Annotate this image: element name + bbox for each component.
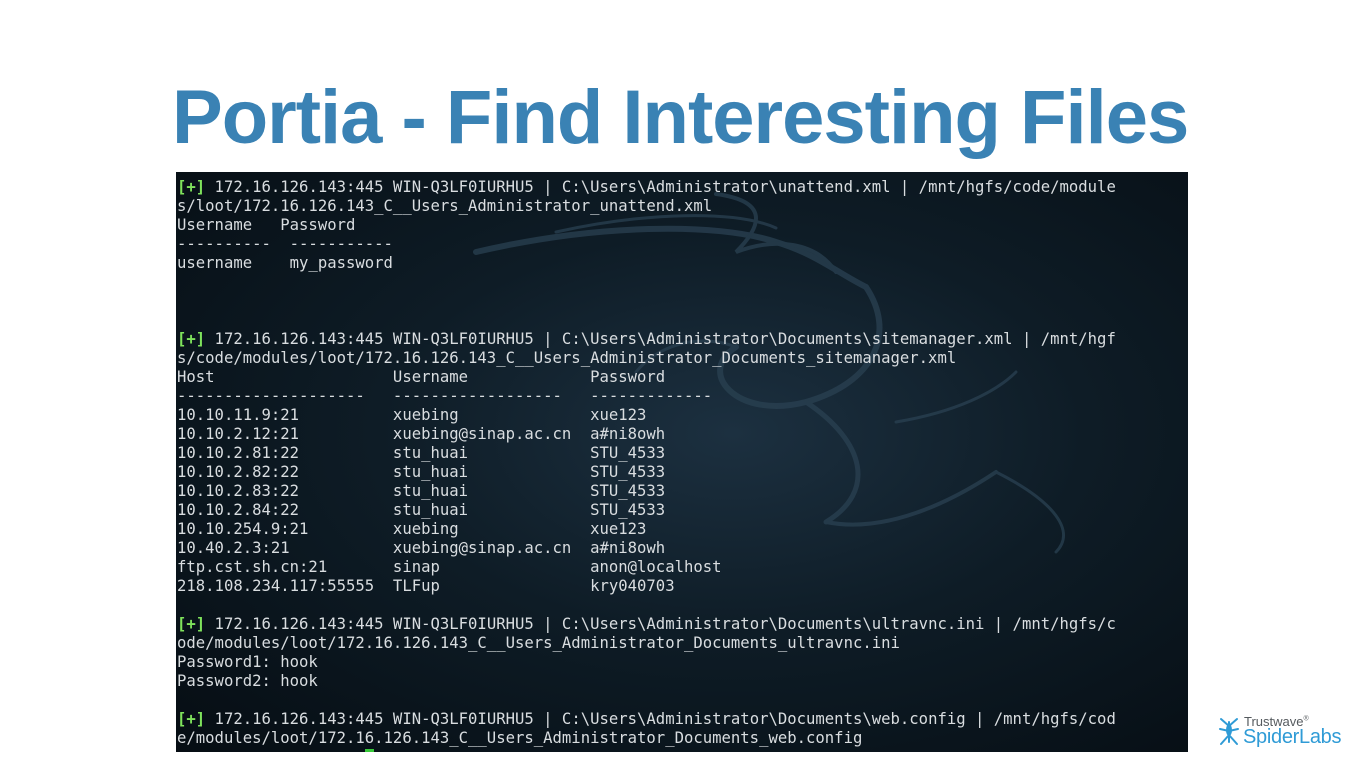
terminal-output: [+] 172.16.126.143:445 WIN-Q3LF0IURHU5 |… [177,178,1116,752]
status-tag: [+] [177,178,206,196]
terminal-line: [+] 172.16.126.143:445 WIN-Q3LF0IURHU5 |… [177,615,1116,634]
table-header: Username Password [177,216,356,234]
result-path-line: 172.16.126.143:445 WIN-Q3LF0IURHU5 | C:\… [205,710,1116,728]
slide-title: Portia - Find Interesting Files [172,75,1189,160]
table-row: 10.10.2.12:21 xuebing@sinap.ac.cn a#ni8o… [177,425,666,443]
terminal-cursor [364,749,374,752]
terminal-line: e/modules/loot/172.16.126.143_C__Users_A… [177,729,863,747]
table-row: ftp.cst.sh.cn:21 sinap anon@localhost [177,558,722,576]
password-line: Password1: hook [177,653,318,671]
table-row: 10.10.11.9:21 xuebing xue123 [177,406,647,424]
table-rule: ---------- ----------- [177,235,393,253]
status-tag: [+] [177,330,206,348]
table-row: 10.10.254.9:21 xuebing xue123 [177,520,647,538]
terminal-window[interactable]: [+] 172.16.126.143:445 WIN-Q3LF0IURHU5 |… [176,172,1188,752]
table-row: 10.10.2.82:22 stu_huai STU_4533 [177,463,666,481]
table-row: 10.10.2.81:22 stu_huai STU_4533 [177,444,666,462]
table-row: 10.10.2.84:22 stu_huai STU_4533 [177,501,666,519]
status-tag: [+] [177,615,206,633]
terminal-line: ode/modules/loot/172.16.126.143_C__Users… [177,634,900,652]
terminal-line: [+] 172.16.126.143:445 WIN-Q3LF0IURHU5 |… [177,710,1116,729]
table-row: username my_password [177,254,393,272]
terminal-line: s/loot/172.16.126.143_C__Users_Administr… [177,197,713,215]
table-rule: -------------------- ------------------ … [177,387,713,405]
password-line: Password2: hook [177,672,318,690]
status-tag: [+] [177,710,206,728]
table-row: 218.108.234.117:55555 TLFup kry040703 [177,577,675,595]
trustwave-spiderlabs-logo: Trustwave® SpiderLabs [1218,714,1358,754]
result-path-line: 172.16.126.143:445 WIN-Q3LF0IURHU5 | C:\… [205,330,1116,348]
prompt-line [177,748,1116,752]
spider-icon [1219,718,1239,745]
terminal-line: [+] 172.16.126.143:445 WIN-Q3LF0IURHU5 |… [177,330,1116,349]
table-row: 10.40.2.3:21 xuebing@sinap.ac.cn a#ni8ow… [177,539,666,557]
result-path-line: 172.16.126.143:445 WIN-Q3LF0IURHU5 | C:\… [205,178,1116,196]
table-header: Host Username Password [177,368,666,386]
terminal-line: s/code/modules/loot/172.16.126.143_C__Us… [177,349,957,367]
table-row: 10.10.2.83:22 stu_huai STU_4533 [177,482,666,500]
brand-name-bottom: SpiderLabs [1243,726,1342,748]
terminal-line: [+] 172.16.126.143:445 WIN-Q3LF0IURHU5 |… [177,178,1116,197]
result-path-line: 172.16.126.143:445 WIN-Q3LF0IURHU5 | C:\… [205,615,1116,633]
trademark-mark: ® [1303,715,1309,723]
